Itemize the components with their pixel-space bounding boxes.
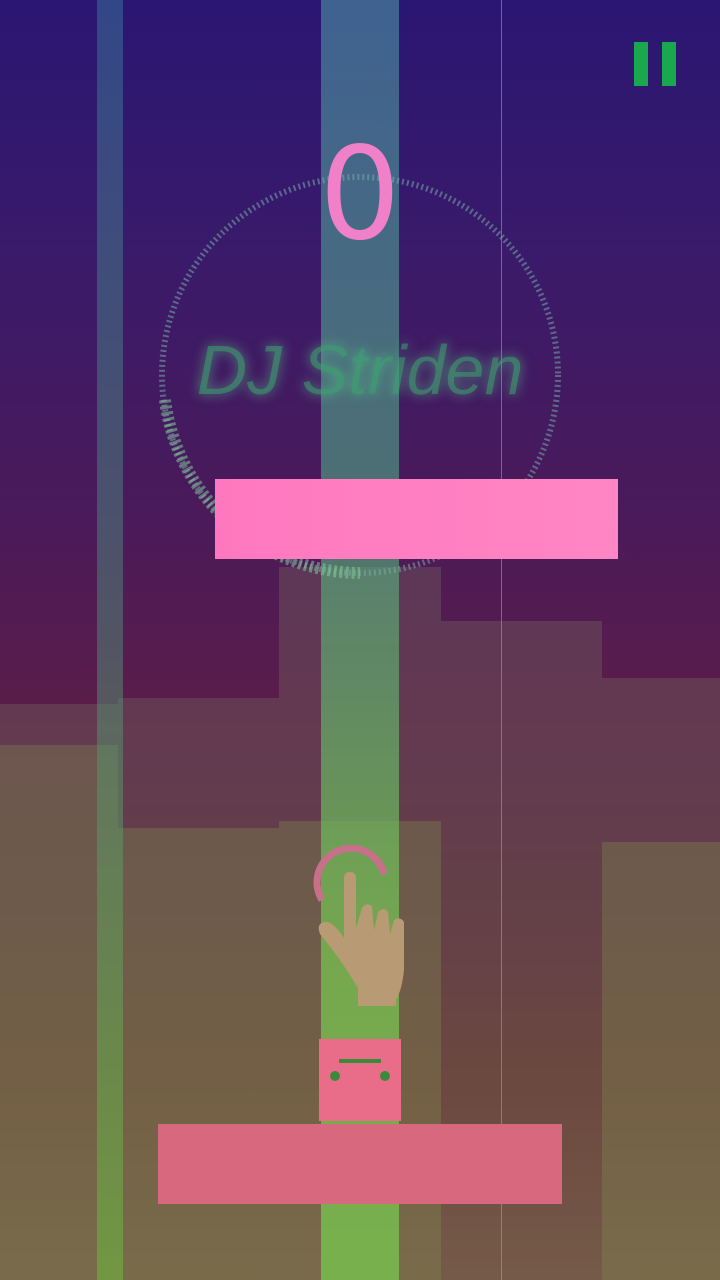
pause-button[interactable] [632,40,680,88]
tap-hand-icon [313,844,404,1006]
platform [215,479,618,559]
skyline-block [118,828,279,1280]
artist-name: DJ Striden [196,331,524,409]
platform [158,1124,562,1204]
score-counter: 0 [319,120,401,269]
player-boombox [319,1039,401,1121]
boombox-icon [330,1059,390,1081]
skyline-block [602,842,720,1280]
game-stage[interactable]: 0 DJ Striden [0,0,720,1280]
